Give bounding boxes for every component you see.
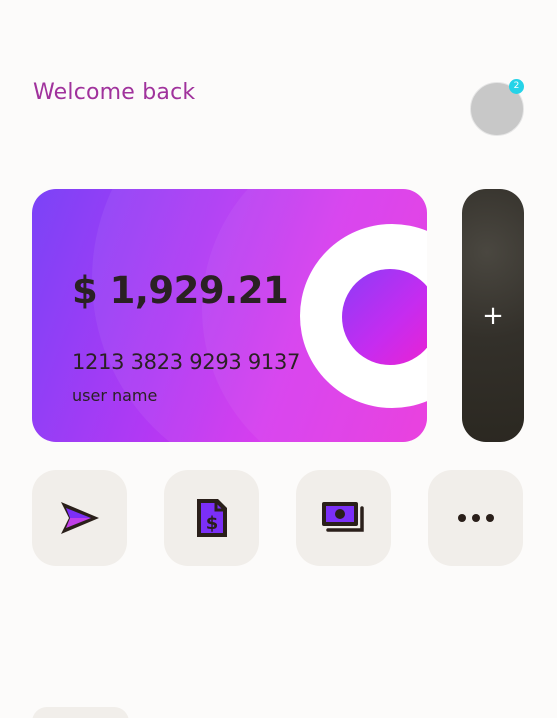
card-ring-center <box>342 269 427 365</box>
balance-card[interactable]: $ 1,929.21 1213 3823 9293 9137 user name <box>32 189 427 442</box>
plus-icon: + <box>482 300 504 331</box>
list-item[interactable] <box>32 707 129 718</box>
cash-button[interactable] <box>296 470 391 566</box>
greeting-text: Welcome back <box>33 80 196 105</box>
more-dots-icon <box>457 514 494 522</box>
send-button[interactable] <box>32 470 127 566</box>
invoice-button[interactable]: $ <box>164 470 259 566</box>
card-holder-name: user name <box>72 386 158 405</box>
card-balance: $ 1,929.21 <box>72 269 289 312</box>
notification-badge: 2 <box>509 79 524 94</box>
add-card-button[interactable]: + <box>462 189 524 442</box>
invoice-dollar-icon: $ <box>196 499 227 537</box>
svg-text:$: $ <box>205 513 218 534</box>
money-stack-icon <box>321 502 364 532</box>
card-number: 1213 3823 9293 9137 <box>72 350 301 374</box>
more-button[interactable] <box>428 470 523 566</box>
send-icon <box>60 502 99 534</box>
